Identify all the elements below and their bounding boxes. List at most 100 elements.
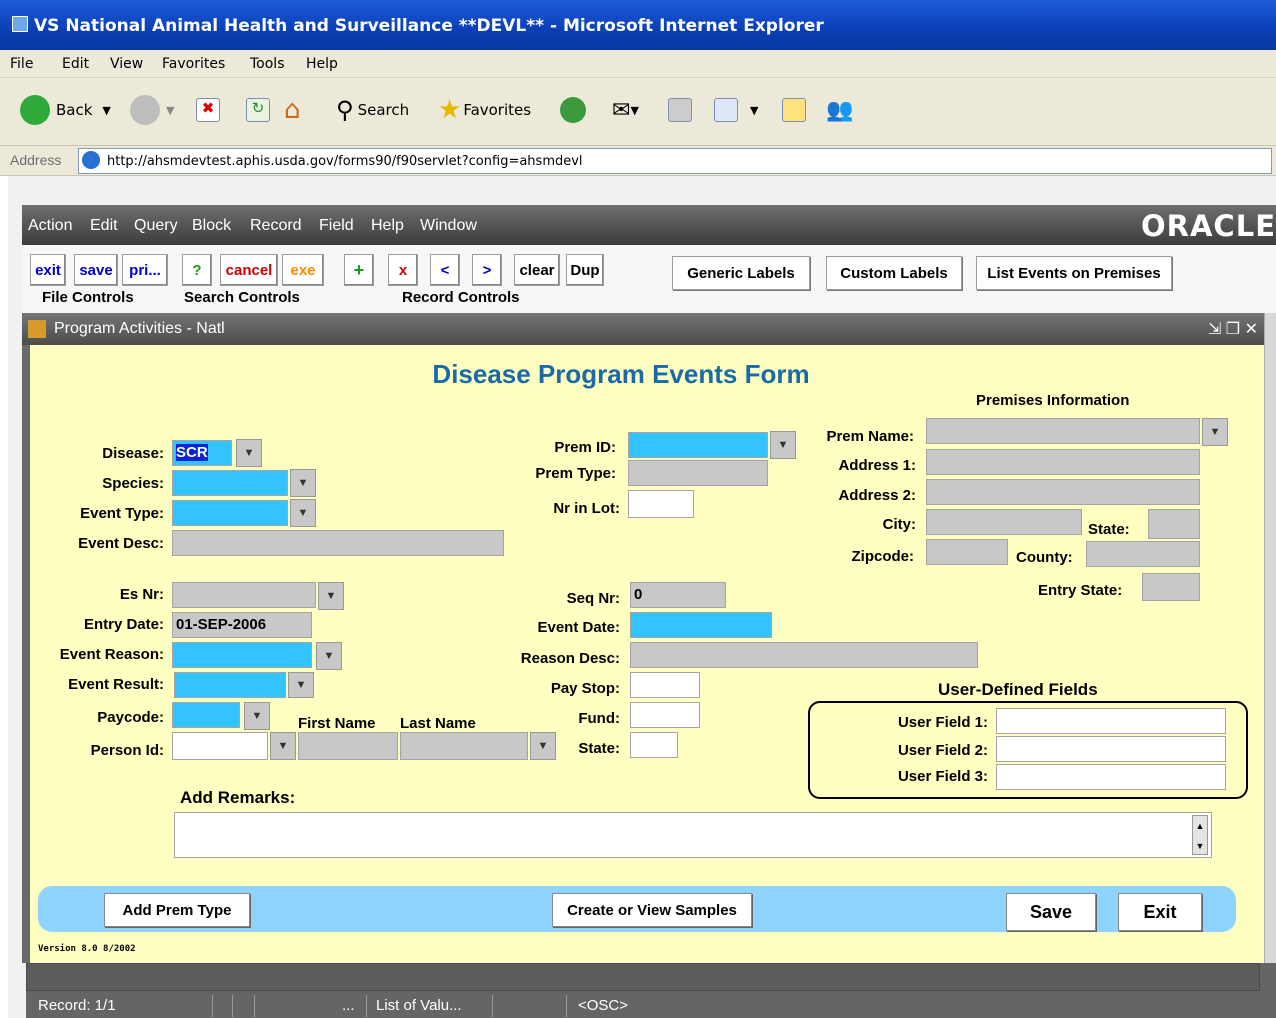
prem-id-dropdown-arrow-icon[interactable]: ▼	[770, 431, 796, 459]
menu-help[interactable]: Help	[371, 217, 404, 235]
event-date-field[interactable]	[630, 612, 772, 638]
entry-state-field[interactable]	[1142, 573, 1200, 601]
window-controls[interactable]: ⇲ ❐ ✕	[1208, 319, 1258, 339]
ie-menu-edit[interactable]: Edit	[62, 56, 89, 72]
event-desc-field[interactable]	[172, 530, 504, 556]
create-view-samples-button[interactable]: Create or View Samples	[552, 893, 752, 927]
entry-date-field[interactable]: 01-SEP-2006	[172, 612, 312, 638]
paycode-field[interactable]	[172, 702, 240, 728]
state-label: State:	[578, 740, 620, 757]
city-field[interactable]	[926, 509, 1082, 535]
disease-field[interactable]: SCR	[172, 440, 232, 466]
disease-dropdown-arrow-icon[interactable]: ▼	[236, 439, 262, 467]
forward-button[interactable]: ▼	[130, 92, 174, 128]
menu-edit[interactable]: Edit	[90, 217, 118, 235]
exit-button[interactable]: Exit	[1118, 893, 1202, 931]
first-name-field[interactable]	[298, 732, 398, 760]
stop-button[interactable]: ✖	[196, 92, 220, 128]
ie-menu-bar: File Edit View Favorites Tools Help	[0, 50, 1276, 78]
reason-desc-field[interactable]	[630, 642, 978, 668]
mail-button[interactable]: ✉ ▼	[612, 92, 639, 128]
ie-menu-tools[interactable]: Tools	[250, 56, 285, 72]
back-button[interactable]: Back ▼	[20, 92, 111, 128]
event-reason-dropdown-arrow-icon[interactable]: ▼	[316, 642, 342, 670]
generic-labels-button[interactable]: Generic Labels	[672, 256, 810, 290]
menu-block[interactable]: Block	[192, 217, 231, 235]
state-field[interactable]	[630, 732, 678, 758]
remarks-scroll-arrows-icon[interactable]: ▲ ▼	[1192, 815, 1208, 855]
duplicate-toolbar-button[interactable]: Dup	[566, 254, 604, 286]
refresh-button[interactable]: ↻	[246, 92, 270, 128]
menu-action[interactable]: Action	[28, 217, 72, 235]
prem-name-field[interactable]	[926, 418, 1200, 444]
address-input[interactable]: http://ahsmdevtest.aphis.usda.gov/forms9…	[78, 148, 1272, 174]
prem-type-field[interactable]	[628, 460, 768, 486]
vertical-scrollbar[interactable]	[1264, 313, 1276, 963]
person-id-field[interactable]	[172, 732, 268, 760]
print-toolbar-button[interactable]: pri...	[122, 254, 168, 286]
seq-nr-field[interactable]: 0	[630, 582, 726, 608]
add-remarks-textarea[interactable]	[174, 812, 1212, 858]
cancel-toolbar-button[interactable]: cancel	[220, 254, 278, 286]
event-reason-field[interactable]	[172, 642, 312, 668]
home-button[interactable]: ⌂	[284, 92, 301, 128]
fund-field[interactable]	[630, 702, 700, 728]
es-nr-dropdown-arrow-icon[interactable]: ▼	[318, 582, 344, 610]
edit-button[interactable]: ▼	[714, 92, 758, 128]
ie-menu-file[interactable]: File	[10, 56, 33, 72]
menu-query[interactable]: Query	[134, 217, 178, 235]
county-field[interactable]	[1086, 541, 1200, 567]
version-text: Version 8.0 8/2002	[38, 944, 136, 954]
pay-stop-label: Pay Stop:	[550, 680, 620, 697]
add-prem-type-button[interactable]: Add Prem Type	[104, 893, 250, 927]
species-field[interactable]	[172, 470, 288, 496]
zipcode-field[interactable]	[926, 539, 1008, 565]
search-button[interactable]: ⚲ Search	[336, 92, 409, 128]
favorites-button[interactable]: ★ Favorites	[438, 92, 531, 128]
next-record-button[interactable]: >	[472, 254, 502, 286]
user-field3-input[interactable]	[996, 764, 1226, 790]
menu-record[interactable]: Record	[250, 217, 302, 235]
ie-menu-view[interactable]: View	[110, 56, 143, 72]
species-label: Species:	[102, 475, 164, 492]
address2-field[interactable]	[926, 479, 1200, 505]
forms-window-icon	[28, 320, 46, 338]
es-nr-field[interactable]	[172, 582, 316, 608]
print-button[interactable]	[668, 92, 692, 128]
discuss-button[interactable]	[782, 92, 806, 128]
ie-menu-help[interactable]: Help	[306, 56, 338, 72]
save-button[interactable]: Save	[1006, 893, 1096, 931]
prem-state-field[interactable]	[1148, 509, 1200, 539]
species-dropdown-arrow-icon[interactable]: ▼	[290, 469, 316, 497]
list-events-button[interactable]: List Events on Premises	[976, 256, 1172, 290]
custom-labels-button[interactable]: Custom Labels	[826, 256, 962, 290]
save-toolbar-button[interactable]: save	[74, 254, 118, 286]
exit-toolbar-button[interactable]: exit	[30, 254, 66, 286]
messenger-button[interactable]: 👥	[826, 92, 853, 128]
menu-window[interactable]: Window	[420, 217, 477, 235]
person-id-dropdown-arrow-icon[interactable]: ▼	[270, 732, 296, 760]
user-field2-input[interactable]	[996, 736, 1226, 762]
menu-field[interactable]: Field	[319, 217, 354, 235]
prem-name-dropdown-arrow-icon[interactable]: ▼	[1202, 418, 1228, 446]
address1-field[interactable]	[926, 449, 1200, 475]
event-reason-label: Event Reason:	[59, 646, 164, 663]
event-result-field[interactable]	[174, 672, 286, 698]
prem-id-field[interactable]	[628, 432, 768, 458]
ie-menu-favorites[interactable]: Favorites	[162, 56, 225, 72]
delete-record-button[interactable]: x	[388, 254, 418, 286]
user-field1-input[interactable]	[996, 708, 1226, 734]
event-result-dropdown-arrow-icon[interactable]: ▼	[288, 672, 314, 698]
execute-toolbar-button[interactable]: exe	[282, 254, 324, 286]
paycode-dropdown-arrow-icon[interactable]: ▼	[244, 702, 270, 730]
event-type-label: Event Type:	[80, 505, 164, 522]
clear-toolbar-button[interactable]: clear	[514, 254, 560, 286]
add-record-button[interactable]: +	[344, 254, 374, 286]
help-toolbar-button[interactable]: ?	[182, 254, 212, 286]
history-button[interactable]	[560, 92, 592, 128]
pay-stop-field[interactable]	[630, 672, 700, 698]
nr-in-lot-field[interactable]	[628, 490, 694, 518]
previous-record-button[interactable]: <	[430, 254, 460, 286]
event-type-field[interactable]	[172, 500, 288, 526]
event-type-dropdown-arrow-icon[interactable]: ▼	[290, 499, 316, 527]
